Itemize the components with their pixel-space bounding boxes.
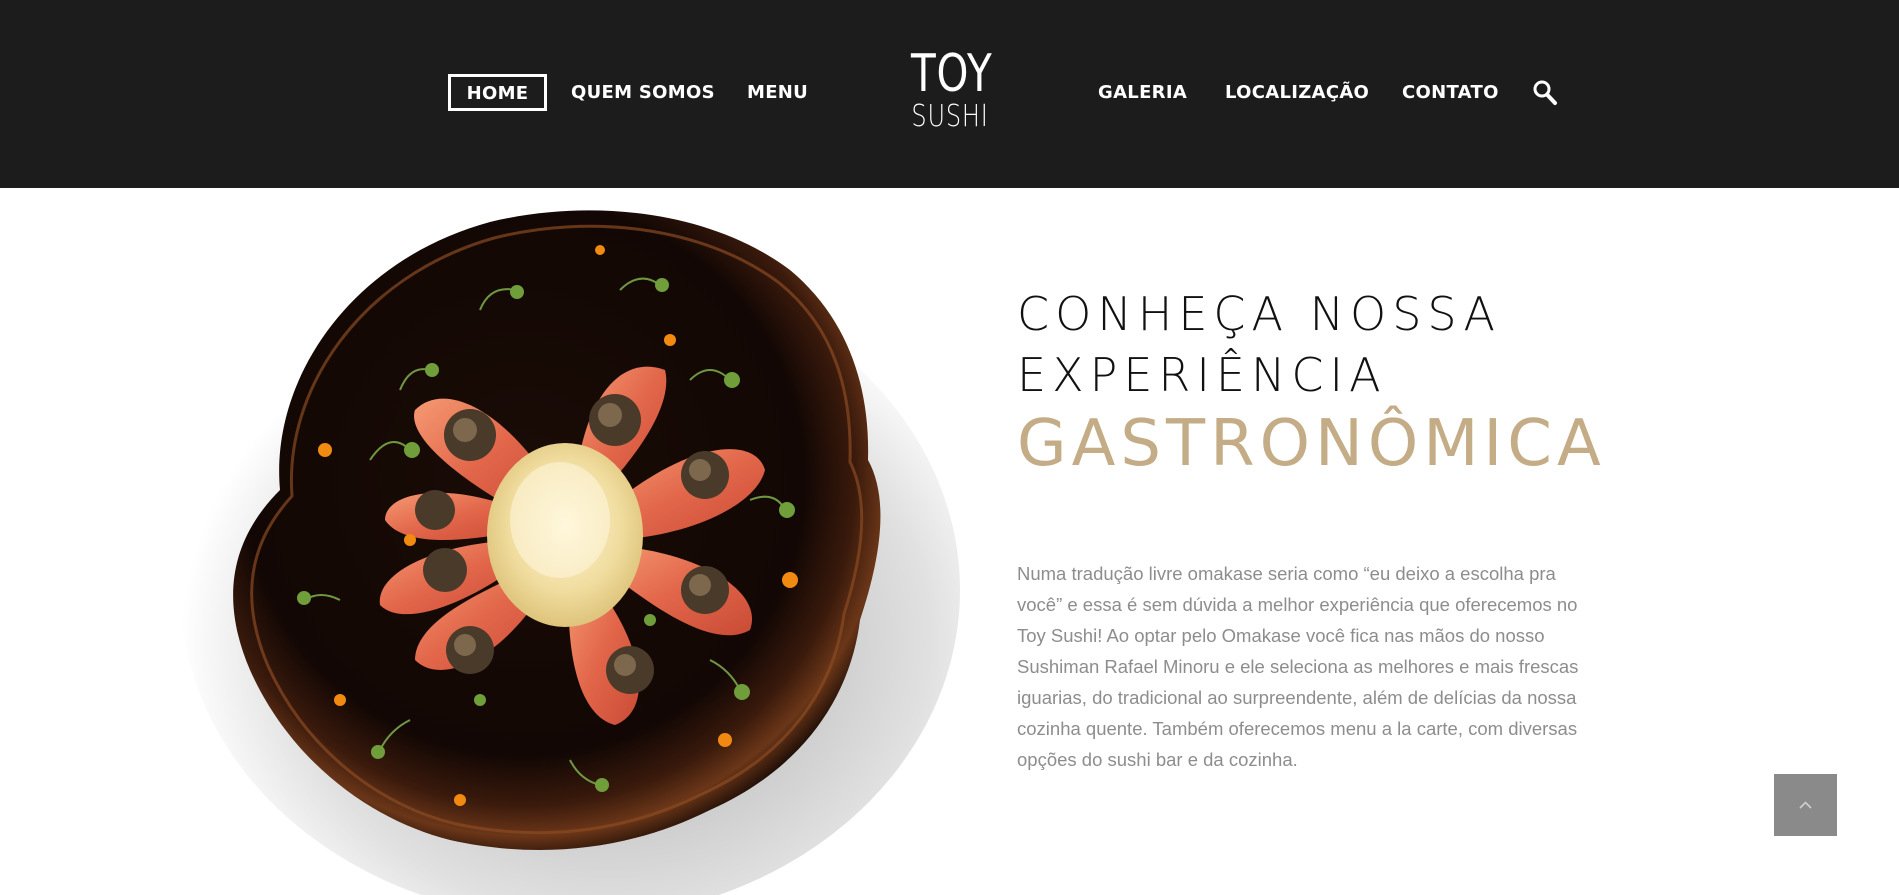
toy-sushi-logo[interactable]: TOY SUSHI bbox=[900, 46, 1000, 136]
nav-home[interactable]: HOME bbox=[448, 74, 547, 111]
nav-quem-somos[interactable]: QUEM SOMOS bbox=[571, 80, 715, 106]
site-header: HOME QUEM SOMOS MENU TOY SUSHI GALERIA L… bbox=[0, 0, 1899, 188]
scroll-to-top-button[interactable] bbox=[1774, 774, 1837, 836]
nav-contato[interactable]: CONTATO bbox=[1402, 80, 1499, 106]
logo-bottom-text: SUSHI bbox=[911, 99, 989, 134]
chevron-up-icon bbox=[1799, 801, 1812, 809]
headline-line-2: EXPERIÊNCIA bbox=[1017, 348, 1387, 402]
headline-line-1: CONHEÇA NOSSA bbox=[1017, 287, 1501, 341]
nav-menu[interactable]: MENU bbox=[747, 80, 808, 106]
hero-headline: CONHEÇA NOSSA EXPERIÊNCIA GASTRONÔMICA bbox=[1017, 284, 1637, 484]
headline-accent: GASTRONÔMICA bbox=[1017, 407, 1606, 481]
logo-top-text: TOY bbox=[911, 44, 993, 104]
sashimi-plate-image bbox=[150, 200, 970, 895]
hero-description: Numa tradução livre omakase seria como “… bbox=[1017, 563, 1579, 770]
nav-localizacao[interactable]: LOCALIZAÇÃO bbox=[1225, 80, 1369, 106]
nav-galeria[interactable]: GALERIA bbox=[1098, 80, 1187, 106]
search-icon[interactable] bbox=[1532, 79, 1558, 107]
